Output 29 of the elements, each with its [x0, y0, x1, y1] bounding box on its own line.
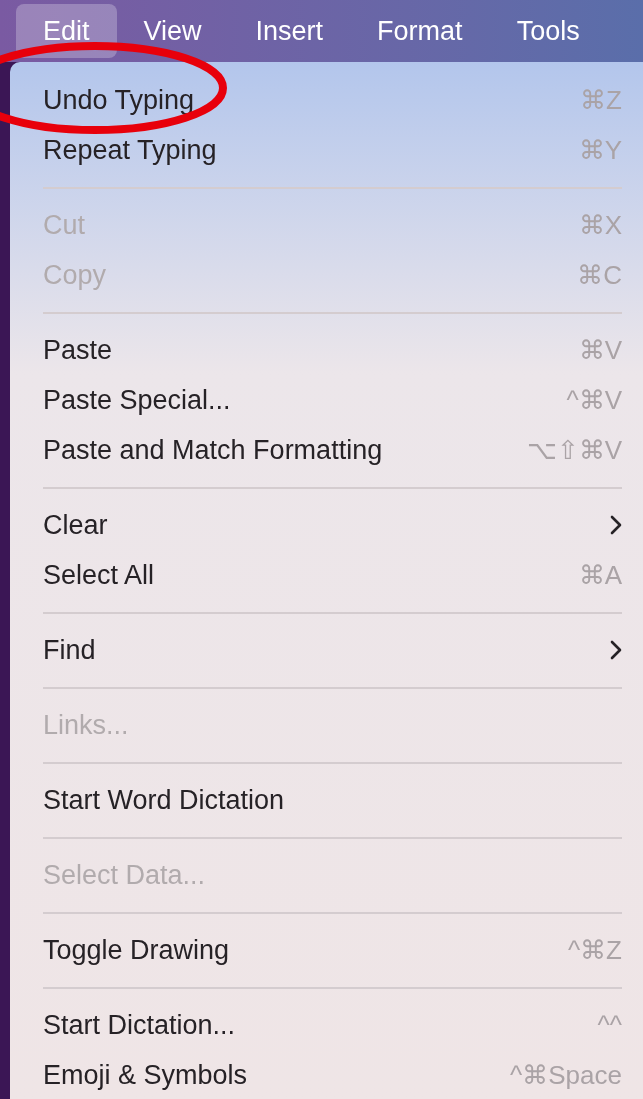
- shortcut-label: ⌘C: [577, 258, 622, 292]
- shortcut-label: ^⌘Space: [510, 1058, 622, 1092]
- menu-bar-item[interactable]: Tools: [489, 4, 607, 58]
- shortcut-label: ⌘X: [578, 208, 622, 242]
- shortcut-label: ^⌘V: [566, 383, 622, 417]
- menu-item[interactable]: Paste and Match Formatting ⌥⇧⌘V: [43, 425, 622, 475]
- menu-item[interactable]: Toggle Drawing ^⌘Z: [43, 925, 622, 975]
- shortcut-label: ^^: [597, 1008, 622, 1042]
- menu-item[interactable]: Undo Typing ⌘Z: [43, 75, 622, 125]
- menu-item[interactable]: Paste ⌘V: [43, 325, 622, 375]
- shortcut-label: ⌘Y: [578, 133, 622, 167]
- chevron-right-icon: [610, 640, 622, 660]
- menu-bar-item[interactable]: Format: [350, 4, 490, 58]
- shortcut-label: ⌘Z: [580, 83, 622, 117]
- menu-item[interactable]: Start Word Dictation: [43, 775, 622, 825]
- chevron-right-icon: [610, 515, 622, 535]
- shortcut-label: ⌥⇧⌘V: [526, 433, 622, 467]
- menu-item[interactable]: Start Dictation... ^^: [43, 1000, 622, 1050]
- menu-item[interactable]: Select All ⌘A: [43, 550, 622, 600]
- menu-item[interactable]: Repeat Typing ⌘Y: [43, 125, 622, 175]
- shortcut-label: ^⌘Z: [567, 933, 622, 967]
- shortcut-label: ⌘V: [578, 333, 622, 367]
- menu-item[interactable]: Find: [43, 625, 622, 675]
- menu-bar-item[interactable]: View: [116, 4, 229, 58]
- menu-item[interactable]: Paste Special... ^⌘V: [43, 375, 622, 425]
- menu-item[interactable]: Emoji & Symbols ^⌘Space: [43, 1050, 622, 1099]
- shortcut-label: ⌘A: [578, 558, 622, 592]
- menu-bar-item[interactable]: Insert: [228, 4, 351, 58]
- menu-item[interactable]: Clear: [43, 500, 622, 550]
